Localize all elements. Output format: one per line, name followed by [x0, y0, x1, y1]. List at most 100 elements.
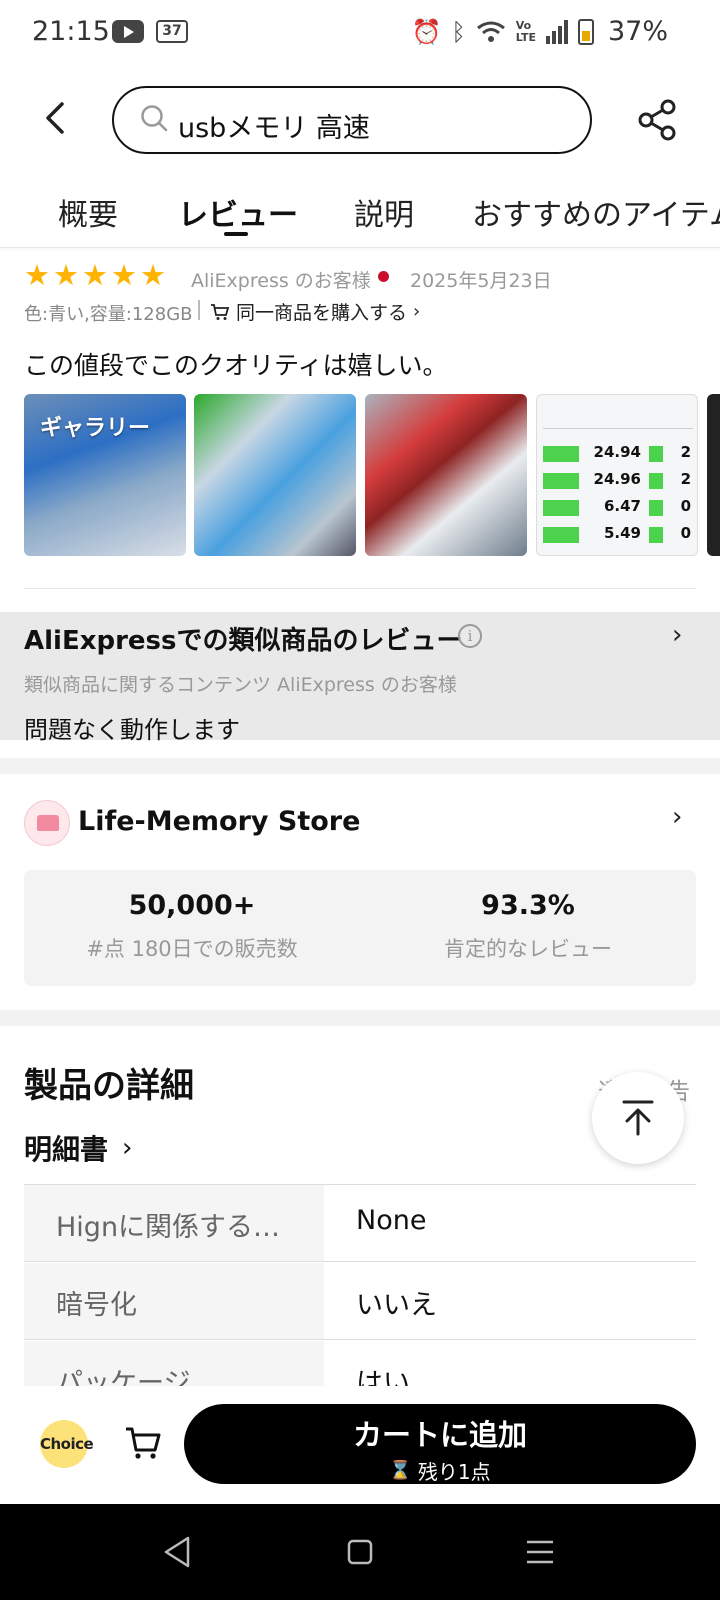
benchmark-write: 0 — [680, 497, 691, 515]
tab-reviews[interactable]: レビュー — [178, 190, 298, 234]
star-icon: ★ — [24, 258, 50, 292]
alarm-icon: ⏰ — [411, 17, 442, 46]
gallery-label: ギャラリー — [40, 416, 151, 441]
volte-icon: Vo LTE — [515, 18, 536, 44]
review-variant: 色:青い,容量:128GB — [24, 304, 193, 325]
tab-recommended[interactable]: おすすめのアイテム — [472, 190, 720, 234]
search-header: usbメモリ 高速 — [0, 84, 720, 154]
stock-label: 残り1点 — [417, 1460, 491, 1484]
chevron-right-icon[interactable]: › — [672, 802, 682, 832]
review-photo[interactable]: ギャラリー — [24, 394, 186, 556]
review-photo[interactable] — [365, 394, 527, 556]
benchmark-write: 0 — [680, 524, 691, 542]
spec-table: Hignに関係する… None 暗号化 いいえ パッケージ はい — [24, 1184, 696, 1386]
store-stats: 50,000+ #点 180日での販売数 93.3% 肯定的なレビュー — [24, 870, 696, 986]
stat-value: 50,000+ — [128, 890, 256, 921]
search-input[interactable]: usbメモリ 高速 — [112, 86, 592, 154]
similar-reviews-title: AliExpressでの類似商品のレビュー — [24, 626, 463, 656]
system-nav-bar — [0, 1504, 720, 1600]
active-tab-indicator — [224, 232, 248, 236]
search-icon — [141, 105, 168, 132]
store-stat-sales: 50,000+ #点 180日での販売数 — [24, 890, 360, 963]
nav-recents-icon[interactable] — [522, 1534, 558, 1570]
chevron-right-icon: › — [122, 1133, 133, 1163]
review-photo[interactable] — [194, 394, 356, 556]
table-row: パッケージ はい — [24, 1341, 696, 1386]
japan-flag-icon — [378, 271, 389, 282]
benchmark-write: 2 — [680, 470, 691, 488]
status-left-icons: 37 — [112, 20, 188, 43]
star-icon: ★ — [140, 258, 166, 292]
review-photos: ギャラリー 24.94 2 24.96 2 6.47 0 5.49 0 — [24, 394, 720, 556]
stat-label: 肯定的なレビュー — [444, 937, 612, 961]
stat-value: 93.3% — [481, 890, 575, 921]
reviewer-name: AliExpress のお客様 — [191, 270, 371, 292]
buy-same-item-link[interactable]: 同一商品を購入する › — [210, 298, 420, 325]
store-name[interactable]: Life-Memory Store — [78, 806, 360, 837]
spec-value: None — [356, 1205, 427, 1236]
similar-review-text: 問題なく動作します — [24, 716, 240, 744]
add-to-cart-button[interactable]: カートに追加 ⌛ 残り1点 — [184, 1404, 696, 1484]
benchmark-write: 2 — [680, 443, 691, 461]
review-photo[interactable] — [707, 394, 720, 556]
share-button[interactable] — [636, 98, 680, 142]
signal-icon — [545, 19, 568, 44]
battery-percent: 37% — [607, 16, 668, 47]
benchmark-row: 5.49 0 — [543, 524, 693, 546]
section-gap — [0, 758, 720, 774]
cart-button[interactable] — [124, 1424, 162, 1462]
benchmark-read: 24.96 — [593, 470, 641, 488]
star-icon: ★ — [53, 258, 79, 292]
table-row: Hignに関係する… None — [24, 1185, 696, 1262]
nav-home-icon[interactable] — [342, 1534, 378, 1570]
similar-reviews-subtitle: 類似商品に関するコンテンツ AliExpress のお客様 — [24, 674, 457, 696]
store-stat-positive: 93.3% 肯定的なレビュー — [360, 890, 696, 963]
cart-icon — [211, 303, 230, 320]
review-photo[interactable]: 24.94 2 24.96 2 6.47 0 5.49 0 — [536, 394, 698, 556]
store-logo-icon[interactable] — [24, 800, 70, 846]
review-text: この値段でこのクオリティは嬉しい。 — [24, 351, 448, 380]
spec-key: Hignに関係する… — [24, 1185, 324, 1261]
bottom-action-bar: Choice カートに追加 ⌛ 残り1点 — [0, 1388, 720, 1504]
chevron-right-icon[interactable]: › — [672, 620, 682, 650]
arrow-up-icon — [622, 1100, 654, 1136]
nav-back-icon[interactable] — [160, 1534, 196, 1570]
battery-icon — [577, 18, 594, 45]
buy-same-label: 同一商品を購入する — [236, 302, 408, 324]
similar-reviews-section[interactable]: AliExpressでの類似商品のレビュー i › 類似商品に関するコンテンツ … — [0, 612, 720, 744]
scroll-to-top-button[interactable] — [592, 1072, 684, 1164]
star-icon: ★ — [82, 258, 108, 292]
search-query: usbメモリ 高速 — [178, 113, 370, 144]
chevron-right-icon: › — [413, 301, 421, 322]
benchmark-header — [543, 399, 693, 429]
benchmark-read: 5.49 — [603, 524, 641, 542]
info-icon[interactable]: i — [458, 624, 482, 648]
tab-description[interactable]: 説明 — [354, 190, 414, 234]
benchmark-row: 24.94 2 — [543, 443, 693, 465]
stat-label: #点 180日での販売数 — [86, 937, 298, 961]
wifi-icon — [476, 21, 505, 42]
spec-key: パッケージ — [24, 1341, 324, 1386]
product-details-title: 製品の詳細 — [24, 1066, 194, 1106]
choice-badge[interactable]: Choice — [40, 1420, 94, 1468]
star-rating: ★ ★ ★ ★ ★ — [24, 260, 166, 290]
divider — [198, 300, 200, 320]
tab-overview[interactable]: 概要 — [58, 190, 118, 234]
review-date: 2025年5月23日 — [410, 270, 552, 292]
specifications-link[interactable]: 明細書 › — [24, 1128, 132, 1168]
status-time: 21:15 — [32, 16, 110, 47]
benchmark-read: 24.94 — [593, 443, 641, 461]
section-gap — [0, 1010, 720, 1026]
section-tabs: 概要 レビュー 説明 おすすめのアイテム — [0, 190, 720, 248]
youtube-icon — [112, 20, 144, 43]
star-icon: ★ — [111, 258, 137, 292]
divider — [24, 588, 696, 589]
table-row: 暗号化 いいえ — [24, 1263, 696, 1340]
benchmark-row: 6.47 0 — [543, 497, 693, 519]
spec-key: 暗号化 — [24, 1263, 324, 1339]
status-right-icons: ⏰ ᛒ Vo LTE 37% — [411, 16, 668, 47]
store-section: Life-Memory Store › 50,000+ #点 180日での販売数… — [0, 776, 720, 1010]
spec-value: はい — [356, 1368, 410, 1386]
back-button[interactable] — [38, 98, 74, 138]
benchmark-read: 6.47 — [603, 497, 641, 515]
